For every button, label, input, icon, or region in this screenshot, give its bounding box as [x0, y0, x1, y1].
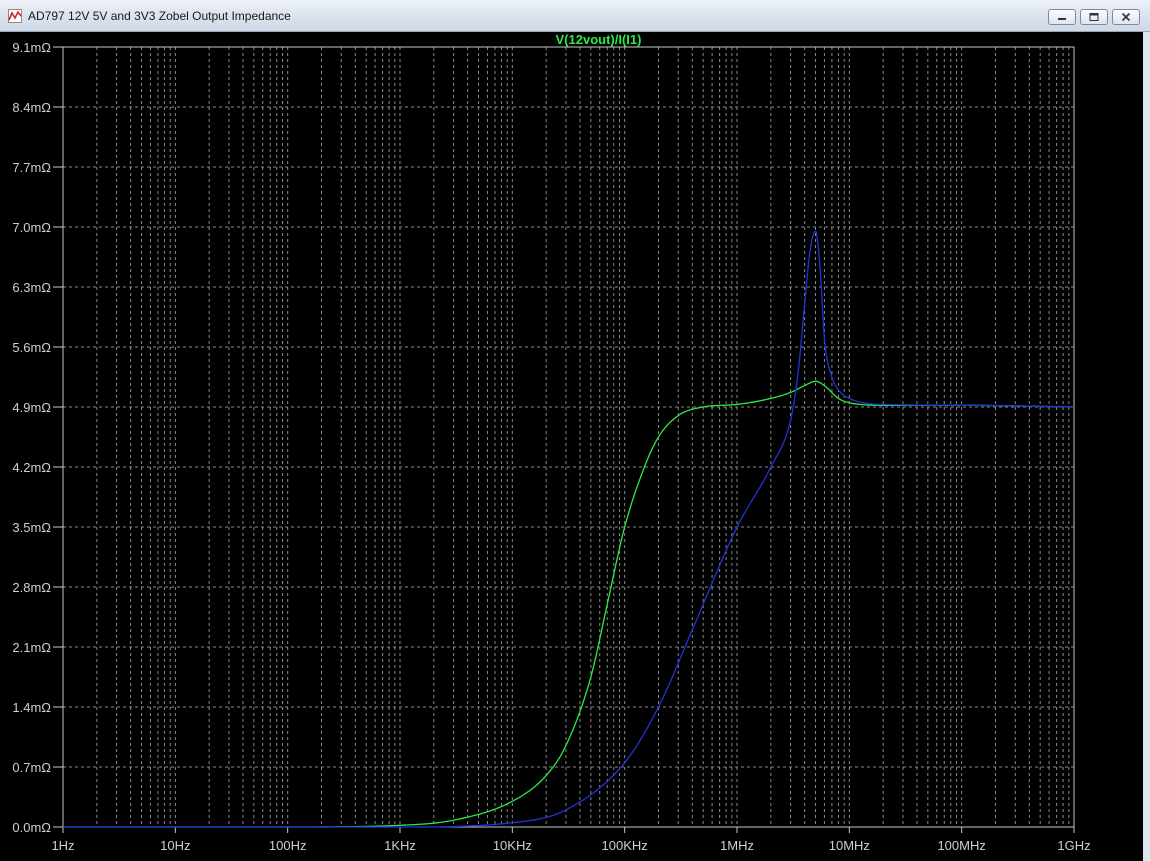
y-tick-label: 2.8mΩ: [12, 580, 51, 595]
x-tick-label: 1GHz: [1057, 838, 1090, 853]
title-bar[interactable]: AD797 12V 5V and 3V3 Zobel Output Impeda…: [0, 0, 1150, 32]
traces: [63, 230, 1075, 828]
y-tick-label: 9.1mΩ: [12, 40, 51, 55]
y-tick-label: 4.9mΩ: [12, 400, 51, 415]
impedance-chart[interactable]: 0.0mΩ 0.7mΩ 1.4mΩ 2.1mΩ 2.8mΩ 3.5mΩ 4.2mΩ 4.9mΩ…: [0, 32, 1143, 861]
window-title: AD797 12V 5V and 3V3 Zobel Output Impeda…: [28, 9, 291, 23]
y-tick-label: 5.6mΩ: [12, 340, 51, 355]
plot-frame: [62, 46, 1075, 828]
trace-blue[interactable]: [63, 230, 1075, 828]
grid: [63, 47, 1074, 827]
x-tick-label: 100MHz: [937, 838, 985, 853]
y-tick-label: 6.3mΩ: [12, 280, 51, 295]
y-tick-label: 8.4mΩ: [12, 100, 51, 115]
close-icon: [1121, 12, 1131, 22]
x-tick-label: 10MHz: [829, 838, 870, 853]
close-button[interactable]: [1112, 9, 1140, 25]
y-tick-label: 0.7mΩ: [12, 760, 51, 775]
minimize-button[interactable]: [1048, 9, 1076, 25]
y-tick-label: 7.0mΩ: [12, 220, 51, 235]
x-tick-label: 100KHz: [602, 838, 648, 853]
y-tick-label: 0.0mΩ: [12, 820, 51, 835]
y-tick-label: 4.2mΩ: [12, 460, 51, 475]
y-tick-label: 2.1mΩ: [12, 640, 51, 655]
x-tick-label: 1Hz: [51, 838, 74, 853]
y-tick-label: 3.5mΩ: [12, 520, 51, 535]
trace-title[interactable]: V(12vout)/I(I1): [556, 32, 642, 47]
y-axis: 0.0mΩ 0.7mΩ 1.4mΩ 2.1mΩ 2.8mΩ 3.5mΩ 4.2mΩ 4.9mΩ…: [12, 40, 63, 835]
maximize-button[interactable]: [1080, 9, 1108, 25]
maximize-icon: [1089, 13, 1099, 21]
x-tick-label: 100Hz: [269, 838, 307, 853]
waveform-viewer-window: AD797 12V 5V and 3V3 Zobel Output Impeda…: [0, 0, 1150, 861]
x-axis: 1Hz 10Hz 100Hz 1KHz 10KHz 100KHz 1MHz 10MHz 100M…: [51, 827, 1091, 853]
y-tick-label: 1.4mΩ: [12, 700, 51, 715]
x-tick-label: 10KHz: [493, 838, 532, 853]
minimize-icon: [1058, 18, 1066, 20]
x-tick-label: 1MHz: [720, 838, 754, 853]
window-right-border: [1143, 32, 1150, 861]
y-tick-label: 7.7mΩ: [12, 160, 51, 175]
trace-green[interactable]: [63, 380, 1075, 828]
plot-pane[interactable]: 0.0mΩ 0.7mΩ 1.4mΩ 2.1mΩ 2.8mΩ 3.5mΩ 4.2mΩ 4.9mΩ…: [0, 32, 1150, 861]
waveform-icon: [8, 9, 22, 23]
x-tick-label: 1KHz: [384, 838, 416, 853]
x-tick-label: 10Hz: [160, 838, 190, 853]
